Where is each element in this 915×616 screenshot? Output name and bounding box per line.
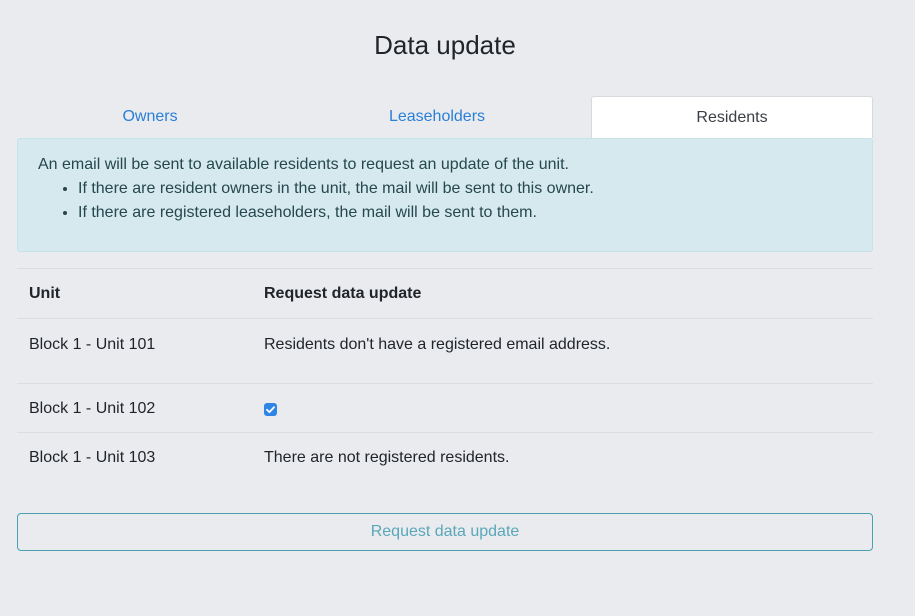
request-status-text: Residents don't have a registered email … bbox=[264, 336, 611, 353]
alert-list: If there are resident owners in the unit… bbox=[38, 177, 852, 225]
page-title: Data update bbox=[374, 30, 516, 60]
units-table: Unit Request data update Block 1 - Unit … bbox=[17, 268, 873, 483]
unit-name: Block 1 - Unit 103 bbox=[29, 449, 156, 466]
unit-name: Block 1 - Unit 101 bbox=[29, 336, 156, 353]
alert-item-owners: If there are resident owners in the unit… bbox=[78, 177, 852, 201]
request-update-checkbox[interactable] bbox=[264, 403, 277, 416]
table-header-row: Unit Request data update bbox=[17, 269, 873, 319]
checkmark-icon bbox=[266, 406, 275, 413]
request-data-update-button[interactable]: Request data update bbox=[17, 513, 873, 551]
tab-owners[interactable]: Owners bbox=[17, 96, 283, 138]
tab-residents[interactable]: Residents bbox=[591, 96, 873, 138]
table-row: Block 1 - Unit 101 Residents don't have … bbox=[17, 319, 873, 384]
unit-name: Block 1 - Unit 102 bbox=[29, 400, 156, 417]
table-row: Block 1 - Unit 102 bbox=[17, 384, 873, 433]
request-cell bbox=[264, 400, 873, 432]
alert-item-leaseholders: If there are registered leaseholders, th… bbox=[78, 201, 852, 225]
header-request: Request data update bbox=[264, 284, 422, 302]
header-unit: Unit bbox=[29, 284, 61, 302]
table-row: Block 1 - Unit 103 There are not registe… bbox=[17, 433, 873, 483]
request-status-text: There are not registered residents. bbox=[264, 449, 510, 466]
tab-leaseholders[interactable]: Leaseholders bbox=[283, 96, 591, 138]
tab-bar: Owners Leaseholders Residents bbox=[17, 96, 873, 138]
info-alert: An email will be sent to available resid… bbox=[17, 138, 873, 252]
alert-intro: An email will be sent to available resid… bbox=[38, 156, 569, 173]
